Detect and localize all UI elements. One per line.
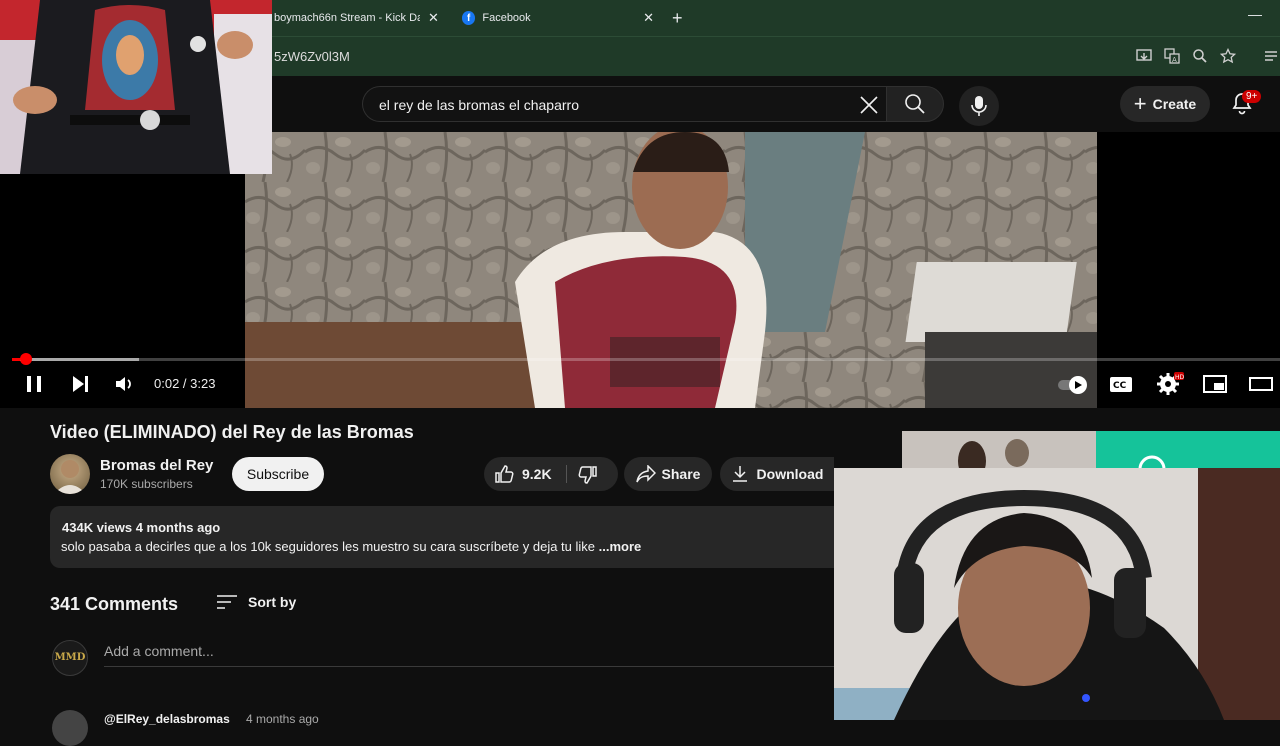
- progress-played: [12, 358, 20, 361]
- sort-by-button[interactable]: Sort by: [216, 594, 296, 610]
- current-user-avatar[interactable]: MMD: [52, 640, 88, 676]
- description-body: solo pasaba a decirles que a los 10k seg…: [61, 539, 596, 554]
- close-icon[interactable]: ✕: [428, 10, 439, 26]
- autoplay-toggle-icon[interactable]: [1056, 372, 1092, 396]
- recommended-thumbnail-image: [902, 431, 1280, 469]
- url-text[interactable]: 5zW6Zv0l3M: [274, 49, 350, 64]
- svg-text:HD: HD: [1175, 374, 1184, 381]
- video-frame[interactable]: [245, 132, 1097, 408]
- notification-badge: 9+: [1242, 90, 1262, 103]
- svg-text:A: A: [1172, 56, 1177, 64]
- like-icon[interactable]: [494, 464, 514, 484]
- time-display: 0:02 / 3:23: [154, 376, 216, 391]
- webcam-bottom-image: [834, 468, 1280, 720]
- theater-mode-icon[interactable]: [1248, 372, 1274, 396]
- like-count[interactable]: 9.2K: [522, 466, 552, 482]
- pause-icon[interactable]: [22, 372, 46, 396]
- bookmark-star-icon[interactable]: [1219, 47, 1237, 67]
- like-divider: [566, 465, 567, 483]
- tab-label: boymach66n Stream - Kick Dashboard: [274, 12, 420, 24]
- volume-icon[interactable]: [112, 372, 136, 396]
- comment-author[interactable]: @ElRey_delasbromas: [104, 712, 230, 726]
- comments-count: 341 Comments: [50, 594, 179, 614]
- miniplayer-icon[interactable]: [1202, 372, 1228, 396]
- webcam-overlay-bottom: [834, 468, 1280, 720]
- new-tab-button[interactable]: +: [672, 8, 683, 29]
- share-icon: [635, 465, 656, 483]
- dislike-icon[interactable]: [578, 465, 598, 485]
- voice-search-button[interactable]: [959, 86, 999, 126]
- video-still-image: [245, 132, 1097, 408]
- progress-track[interactable]: [12, 358, 1280, 361]
- video-title: Video (ELIMINADO) del Rey de las Bromas: [50, 422, 414, 442]
- tab-facebook[interactable]: f Facebook ✕: [462, 6, 654, 30]
- close-icon[interactable]: ✕: [643, 10, 654, 26]
- share-button[interactable]: Share: [624, 457, 712, 491]
- minimize-button[interactable]: —: [1248, 6, 1262, 22]
- views-and-date: 434K views 4 months ago: [62, 520, 221, 535]
- download-icon: [732, 466, 747, 482]
- comment-avatar[interactable]: [52, 710, 88, 746]
- svg-text:CC: CC: [1113, 381, 1127, 391]
- reading-list-icon[interactable]: [1264, 48, 1278, 67]
- description-box[interactable]: 434K views 4 months ago solo pasaba a de…: [50, 506, 834, 568]
- search-query-text[interactable]: el rey de las bromas el chaparro: [379, 97, 579, 113]
- subscribe-button[interactable]: Subscribe: [232, 457, 324, 491]
- plus-icon: +: [1133, 91, 1147, 116]
- tab-kick-dashboard[interactable]: boymach66n Stream - Kick Dashboard ✕: [274, 6, 444, 30]
- settings-gear-icon[interactable]: HD: [1156, 372, 1184, 396]
- subscriber-count: 170K subscribers: [100, 477, 193, 491]
- create-label: Create: [1152, 96, 1197, 112]
- channel-avatar[interactable]: [50, 454, 90, 494]
- sort-icon: [217, 595, 237, 609]
- download-label: Download: [756, 466, 824, 482]
- like-dislike-group: 9.2K: [484, 457, 618, 491]
- recommended-thumbnail-strip[interactable]: [902, 431, 1280, 469]
- search-input[interactable]: el rey de las bromas el chaparro: [362, 86, 896, 122]
- next-video-icon[interactable]: [68, 372, 92, 396]
- webcam-top-image: [0, 0, 272, 174]
- channel-name[interactable]: Bromas del Rey: [100, 457, 213, 474]
- microphone-icon: [971, 96, 987, 116]
- zoom-icon[interactable]: [1192, 48, 1208, 67]
- share-label: Share: [661, 466, 701, 482]
- translate-icon[interactable]: A: [1164, 48, 1180, 67]
- search-icon: [905, 94, 925, 114]
- create-button[interactable]: + Create: [1120, 86, 1210, 122]
- show-more-link[interactable]: ...more: [599, 539, 642, 554]
- download-button[interactable]: Download: [720, 457, 834, 491]
- comment-input-underline: [104, 666, 834, 667]
- search-button[interactable]: [886, 86, 944, 122]
- captions-icon[interactable]: CC: [1108, 372, 1134, 396]
- sort-by-label: Sort by: [248, 594, 297, 610]
- clear-search-icon[interactable]: [855, 91, 883, 119]
- tab-label: Facebook: [482, 12, 531, 24]
- progress-scrubber[interactable]: [20, 353, 32, 365]
- install-app-icon[interactable]: [1136, 48, 1152, 67]
- add-comment-input[interactable]: Add a comment...: [104, 643, 214, 659]
- comment-timestamp: 4 months ago: [246, 712, 319, 726]
- webcam-overlay-top: [0, 0, 272, 174]
- facebook-icon: f: [462, 11, 476, 25]
- channel-avatar-image: [54, 460, 86, 494]
- description-text: solo pasaba a decirles que a los 10k seg…: [61, 539, 641, 554]
